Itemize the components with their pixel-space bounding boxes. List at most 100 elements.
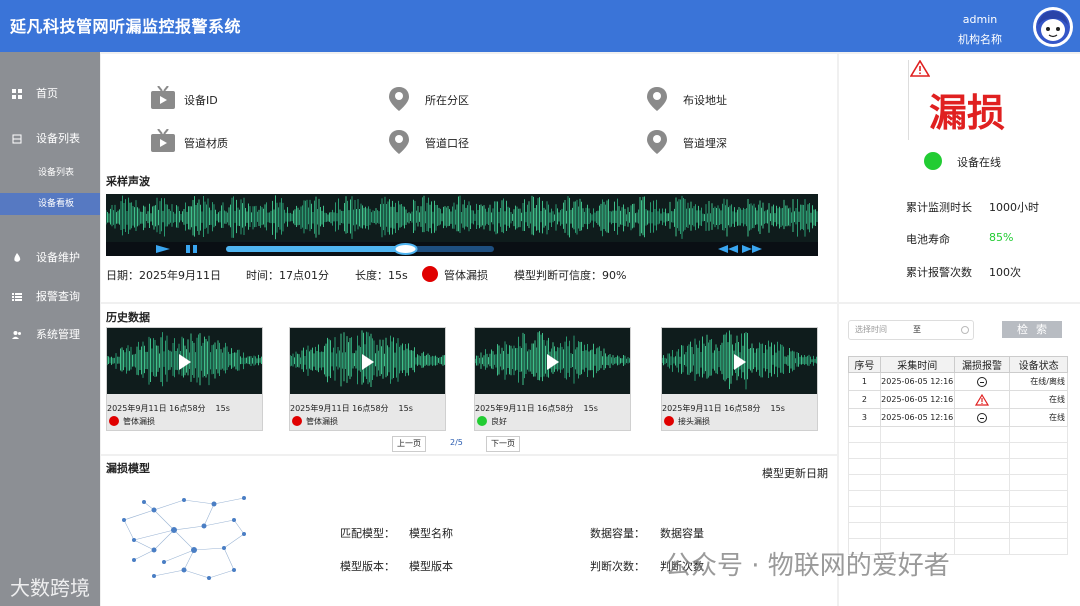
model-update-date: 模型更新日期 [762, 467, 828, 480]
alarm-count-value: 100次 [989, 266, 1021, 279]
box-icon [12, 134, 22, 144]
next-page-button[interactable]: 下一页 [486, 436, 520, 452]
page-indicator: 2/5 [450, 438, 463, 447]
model-title: 漏损模型 [106, 462, 150, 475]
online-status-dot [924, 152, 942, 170]
table-row[interactable]: 1 2025-06-05 12:16 在线/离线 [848, 372, 1068, 391]
cell-no: 3 [848, 408, 881, 427]
avatar[interactable] [1033, 7, 1073, 47]
col-state: 设备状态 [1009, 356, 1068, 373]
col-no: 序号 [848, 356, 881, 373]
progress-knob [393, 243, 418, 255]
history-duration: 15s [215, 404, 230, 413]
user-info[interactable]: admin 机构名称 [940, 10, 1020, 50]
clock-icon [961, 326, 969, 334]
sample-status-dot [422, 266, 438, 282]
battery-value: 85% [989, 231, 1014, 244]
sample-length: 长度：15s [355, 269, 408, 282]
records-table: 序号 采集时间 漏损报警 设备状态 1 2025-06-05 12:16 在线/离线… [848, 356, 1068, 555]
history-card[interactable]: 2025年9月11日 16点58分 15s 接头漏损 [661, 327, 818, 431]
history-status-dot [664, 416, 674, 426]
empty-row [848, 474, 1068, 491]
cell-time: 2025-06-05 12:16 [879, 408, 955, 427]
history-waveform [107, 328, 262, 394]
watermark-logo-text: 大数跨境 [10, 576, 90, 600]
history-card[interactable]: 2025年9月11日 16点58分 15s 管体漏损 [106, 327, 263, 431]
history-status: 管体漏损 [306, 417, 338, 426]
capacity-label: 数据容量： [590, 527, 645, 540]
sidebar-item-home[interactable]: 首页 [0, 83, 100, 105]
sidebar-item-device-list[interactable]: 设备列表 [0, 162, 100, 184]
table-row[interactable]: 3 2025-06-05 12:16 在线 [848, 408, 1068, 427]
count-label: 判断次数： [590, 560, 645, 573]
empty-row [848, 506, 1068, 523]
cell-time: 2025-06-05 12:16 [879, 390, 955, 409]
history-status-dot [109, 416, 119, 426]
empty-row [848, 458, 1068, 475]
sample-waveform[interactable] [106, 194, 818, 256]
capacity-value: 数据容量 [660, 527, 704, 540]
cell-state: 在线 [1009, 390, 1068, 409]
location-pin-icon [647, 87, 667, 111]
tv-icon [151, 86, 175, 109]
warning-icon [974, 393, 990, 406]
warning-icon [910, 60, 930, 77]
prev-page-button[interactable]: 上一页 [392, 436, 426, 452]
sample-confidence: 模型判断可信度：90% [514, 269, 627, 282]
users-icon [12, 331, 21, 339]
col-time: 采集时间 [879, 356, 955, 373]
progress-fill [226, 246, 406, 252]
pause-icon [186, 245, 190, 253]
history-waveform [290, 328, 445, 394]
watermark-text: 公众号 · 物联网的爱好者 [665, 551, 950, 581]
cell-alarm [953, 408, 1011, 427]
sidebar-item-maintenance[interactable]: 设备维护 [0, 247, 100, 269]
app-title: 延凡科技管网听漏监控报警系统 [10, 17, 242, 36]
drop-icon [14, 253, 21, 262]
search-button[interactable]: 检索 [1002, 321, 1062, 338]
minus-circle-icon [976, 412, 987, 423]
location-pin-icon [389, 130, 409, 154]
history-date: 2025年9月11日 16点58分 [107, 404, 206, 413]
sidebar: 首页 设备列表 设备列表 设备看板 设备维护 报警查询 系统管理 [0, 52, 100, 606]
empty-row [848, 442, 1068, 459]
model-network-graphic [122, 496, 246, 580]
sidebar-item-alarm-query[interactable]: 报警查询 [0, 286, 100, 308]
top-header: 延凡科技管网听漏监控报警系统 admin 机构名称 [0, 0, 1080, 52]
match-model-value: 模型名称 [409, 527, 453, 540]
table-row[interactable]: 2 2025-06-05 12:16 在线 [848, 390, 1068, 409]
cell-state: 在线 [1009, 408, 1068, 427]
history-duration: 15s [583, 404, 598, 413]
history-card[interactable]: 2025年9月11日 16点58分 15s 良好 [474, 327, 631, 431]
sidebar-item-system[interactable]: 系统管理 [0, 324, 100, 346]
battery-label: 电池寿命 [906, 233, 950, 246]
play-icon[interactable] [179, 354, 191, 370]
cell-alarm [953, 372, 1011, 391]
cell-time: 2025-06-05 12:16 [879, 372, 955, 391]
history-status-dot [292, 416, 302, 426]
history-card[interactable]: 2025年9月11日 16点58分 15s 管体漏损 [289, 327, 446, 431]
sample-status: 管体漏损 [444, 269, 488, 282]
empty-row [848, 522, 1068, 539]
sample-date: 日期：2025年9月11日 [106, 269, 221, 282]
empty-row [848, 490, 1068, 507]
leak-alert-box: 漏损 [908, 60, 1006, 140]
alarm-count-label: 累计报警次数 [906, 266, 972, 279]
history-title: 历史数据 [106, 311, 150, 324]
location-pin-icon [389, 87, 409, 111]
play-icon[interactable] [547, 354, 559, 370]
leak-text: 漏损 [929, 90, 1006, 135]
sidebar-item-device-board[interactable]: 设备看板 [0, 193, 100, 215]
location-pin-icon [647, 130, 667, 154]
player-controls [106, 242, 818, 256]
minus-circle-icon [976, 376, 987, 387]
face-icon [1036, 10, 1070, 44]
sidebar-item-device-list-group[interactable]: 设备列表 [0, 128, 100, 150]
tv-icon [151, 129, 175, 152]
play-icon[interactable] [734, 354, 746, 370]
username: admin [962, 13, 998, 26]
play-icon[interactable] [362, 354, 374, 370]
version-label: 模型版本： [340, 560, 395, 573]
time-range-picker[interactable]: 选择时间 至 [848, 320, 974, 340]
col-alarm: 漏损报警 [953, 356, 1011, 373]
